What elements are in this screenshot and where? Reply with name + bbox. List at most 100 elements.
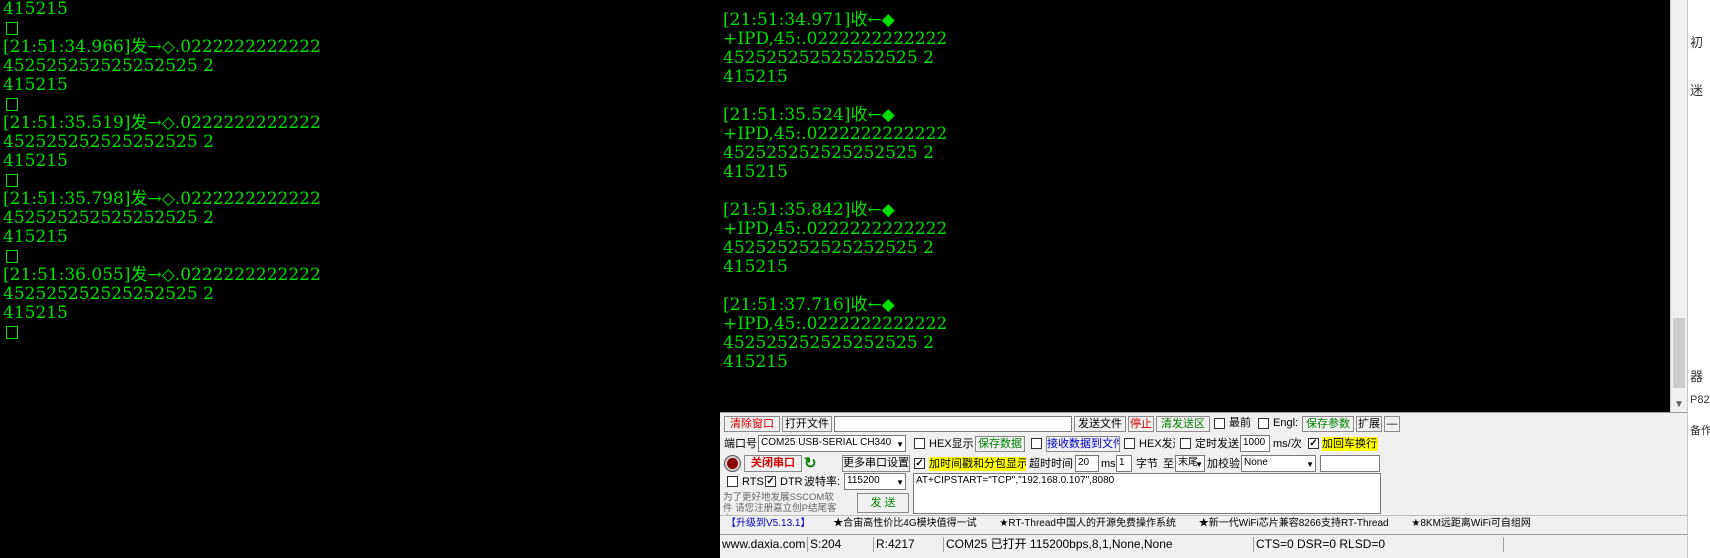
receive-timestamp: [21:51:34.971]收←◆ bbox=[723, 10, 895, 30]
ticker-item[interactable]: ★8KM远距离WiFi可自组网 bbox=[1411, 518, 1531, 529]
nonprintable-char-box bbox=[3, 95, 718, 114]
save-data-button[interactable]: 保存数据 bbox=[975, 436, 1025, 452]
port-label: 端口号 bbox=[724, 438, 757, 450]
sidebar-text: P82( bbox=[1690, 394, 1710, 406]
interval-input[interactable]: 1000 bbox=[1240, 435, 1270, 452]
checksum-value: None bbox=[1244, 457, 1268, 468]
nonprintable-char-box bbox=[3, 19, 718, 38]
terminal-line: 452525252525252525 2 bbox=[723, 48, 934, 68]
receive-scrollbar[interactable]: ▼ bbox=[1670, 0, 1687, 412]
nonprintable-char-box bbox=[3, 171, 718, 190]
received-packet: [21:51:35.842]收←◆ +IPD,45:.0222222222222 4… bbox=[723, 201, 1670, 277]
timestamp-label: 加时间戳和分包显示 bbox=[929, 457, 1026, 471]
upgrade-link[interactable]: 【升级到V5.13.1】 bbox=[726, 518, 810, 529]
timed-send-checkbox[interactable] bbox=[1180, 438, 1191, 449]
port-select[interactable]: COM25 USB-SERIAL CH340 ▼ bbox=[758, 435, 906, 452]
end-select[interactable]: 末尾 ▼ bbox=[1175, 455, 1205, 472]
english-checkbox[interactable] bbox=[1258, 418, 1269, 429]
close-port-button[interactable]: 关闭串口 bbox=[744, 455, 802, 472]
terminal-line: 452525252525252525 2 bbox=[723, 238, 934, 258]
baud-select[interactable]: 115200 ▼ bbox=[844, 473, 906, 490]
expand-button[interactable]: 扩展 bbox=[1356, 416, 1382, 432]
rts-checkbox[interactable] bbox=[727, 476, 738, 487]
clear-window-button[interactable]: 清除窗口 bbox=[724, 416, 780, 432]
checksum-select[interactable]: None ▼ bbox=[1241, 455, 1316, 472]
ticker-item[interactable]: ★新一代WiFi芯片兼容8266支持RT-Thread bbox=[1199, 518, 1389, 529]
more-port-settings-button[interactable]: 更多串口设置 bbox=[842, 455, 910, 472]
add-crlf-label: 加回车换行 bbox=[1322, 437, 1378, 451]
ticker-item[interactable]: ★RT-Thread中国人的开源免费操作系统 bbox=[999, 518, 1176, 529]
control-panel: 清除窗口 打开文件 发送文件 停止 清发送区 最前 Engl: 保存参数 扩展 … bbox=[720, 412, 1687, 558]
sidebar-text: 初 bbox=[1690, 35, 1704, 50]
box-glyph-icon bbox=[6, 174, 18, 187]
chevron-down-icon: ▼ bbox=[896, 440, 904, 449]
site-link[interactable]: www.daxia.com bbox=[720, 537, 808, 552]
baud-label: 波特率: bbox=[804, 476, 841, 488]
record-icon bbox=[725, 456, 740, 471]
terminal-line: 452525252525252525 2 bbox=[3, 284, 214, 304]
recv-to-file-checkbox[interactable] bbox=[1031, 438, 1042, 449]
timestamp-checkbox[interactable]: ✓ bbox=[914, 458, 925, 469]
clear-send-area-button[interactable]: 清发送区 bbox=[1156, 416, 1210, 432]
recv-count: R:4217 bbox=[874, 537, 944, 552]
terminal-line: +IPD,45:.0222222222222 bbox=[723, 314, 948, 334]
terminal-line: 415215 bbox=[3, 227, 68, 247]
port-status: COM25 已打开 115200bps,8,1,None,None bbox=[944, 537, 1254, 552]
box-glyph-icon bbox=[6, 250, 18, 263]
news-ticker[interactable]: 【升级到V5.13.1】 ★合宙高性价比4G模块值得一试 ★RT-Thread中… bbox=[720, 515, 1687, 532]
terminal-line: 415215 bbox=[3, 303, 68, 323]
collapse-button[interactable]: — bbox=[1384, 416, 1400, 432]
send-file-button[interactable]: 发送文件 bbox=[1074, 416, 1126, 432]
box-glyph-icon bbox=[6, 22, 18, 35]
sidebar-text: 器 bbox=[1690, 369, 1704, 384]
received-packet: [21:51:37.716]收←◆ +IPD,45:.0222222222222 4… bbox=[723, 296, 1670, 372]
save-params-button[interactable]: 保存参数 bbox=[1302, 416, 1354, 432]
send-button[interactable]: 发 送 bbox=[857, 493, 909, 513]
timeout-input[interactable]: 20 bbox=[1075, 455, 1099, 472]
byte-input[interactable]: 1 bbox=[1116, 455, 1132, 472]
box-glyph-icon bbox=[6, 326, 18, 339]
recv-to-file-button[interactable]: 接收数据到文件 bbox=[1046, 436, 1120, 452]
terminal-line: [21:51:35.519]发→◇.0222222222222 bbox=[3, 113, 321, 133]
sidebar-text: 备作 bbox=[1690, 425, 1710, 437]
terminal-line: +IPD,45:.0222222222222 bbox=[723, 29, 948, 49]
box-glyph-icon bbox=[6, 98, 18, 111]
chevron-down-icon: ▼ bbox=[1306, 460, 1314, 469]
hex-send-checkbox[interactable] bbox=[1124, 438, 1135, 449]
add-crlf-checkbox[interactable]: ✓ bbox=[1308, 438, 1319, 449]
terminal-line: 415215 bbox=[3, 151, 68, 171]
checksum-result-field[interactable] bbox=[1320, 455, 1380, 472]
dtr-label: DTR bbox=[780, 476, 803, 488]
send-log-terminal[interactable]: 415215 [21:51:34.966]发→◇.0222222222222 452… bbox=[0, 0, 718, 558]
terminal-line: +IPD,45:.0222222222222 bbox=[723, 219, 948, 239]
file-path-input[interactable] bbox=[834, 416, 1072, 432]
ms-label: ms bbox=[1101, 458, 1116, 470]
send-text-input[interactable]: AT+CIPSTART="TCP","192.168.0.107",8080 bbox=[913, 473, 1381, 514]
timeout-label: 超时时间 bbox=[1029, 458, 1073, 470]
terminal-line: 415215 bbox=[723, 67, 788, 87]
scroll-down-arrow-icon[interactable]: ▼ bbox=[1674, 399, 1684, 410]
ticker-item[interactable]: ★合宙高性价比4G模块值得一试 bbox=[833, 518, 976, 529]
terminal-line: [21:51:36.055]发→◇.0222222222222 bbox=[3, 265, 321, 285]
receive-log-terminal[interactable]: [21:51:34.971]收←◆ +IPD,45:.0222222222222 4… bbox=[720, 0, 1670, 412]
receive-timestamp: [21:51:35.842]收←◆ bbox=[723, 200, 895, 220]
received-packet: [21:51:34.971]收←◆ +IPD,45:.0222222222222 4… bbox=[723, 11, 1670, 87]
always-on-top-checkbox[interactable] bbox=[1214, 418, 1225, 429]
sidebar-text: 迷 bbox=[1690, 83, 1704, 98]
refresh-icon[interactable]: ↻ bbox=[804, 456, 819, 471]
receive-timestamp: [21:51:37.716]收←◆ bbox=[723, 295, 895, 315]
terminal-line: 452525252525252525 2 bbox=[3, 132, 214, 152]
open-file-button[interactable]: 打开文件 bbox=[782, 416, 832, 432]
rts-label: RTS bbox=[742, 476, 764, 488]
line-status: CTS=0 DSR=0 RLSD=0 bbox=[1254, 537, 1504, 552]
port-value: COM25 USB-SERIAL CH340 bbox=[761, 437, 892, 448]
terminal-line: 452525252525252525 2 bbox=[723, 333, 934, 353]
dtr-checkbox[interactable]: ✓ bbox=[765, 476, 776, 487]
hex-display-checkbox[interactable] bbox=[914, 438, 925, 449]
stop-button[interactable]: 停止 bbox=[1128, 416, 1154, 432]
scrollbar-thumb[interactable] bbox=[1673, 318, 1685, 388]
terminal-line: 415215 bbox=[3, 75, 68, 95]
terminal-line: [21:51:35.798]发→◇.0222222222222 bbox=[3, 189, 321, 209]
terminal-line: 452525252525252525 2 bbox=[3, 208, 214, 228]
nonprintable-char-box bbox=[3, 247, 718, 266]
